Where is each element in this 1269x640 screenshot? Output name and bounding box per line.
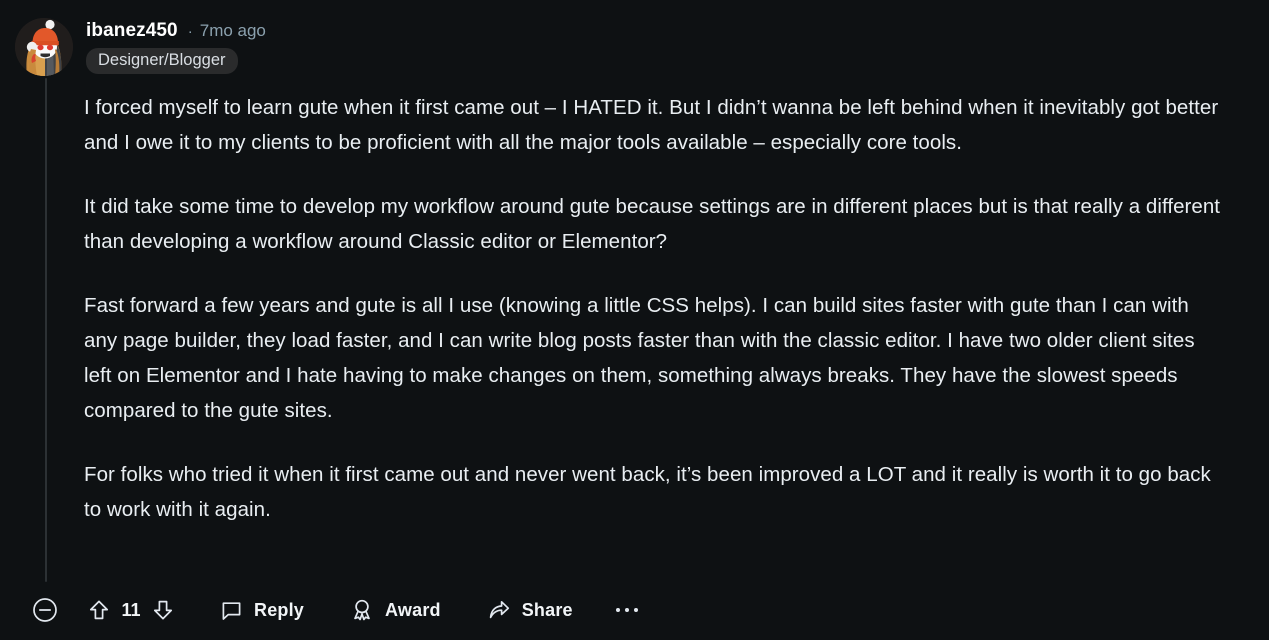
vote-group: 11 [82,590,180,630]
award-medal-icon [354,599,370,621]
comment-paragraph: For folks who tried it when it first cam… [84,463,1211,521]
reddit-snoo-avatar-icon [15,18,73,76]
byline-separator: · [187,22,193,40]
avatar[interactable] [14,16,76,78]
upvote-arrow-icon [89,600,109,620]
share-button[interactable]: Share [475,590,585,630]
comment-body: I forced myself to learn gute when it fi… [84,82,1229,527]
author-flair-badge[interactable]: Designer/Blogger [86,48,238,74]
comment-paragraph: It did take some time to develop my work… [84,195,1221,253]
comment-header: ibanez450 · 7mo ago Designer/Blogger [0,16,1269,82]
comment-paragraph: I forced myself to learn gute when it fi… [84,96,1219,154]
more-options-button[interactable] [607,590,647,630]
collapse-thread-button[interactable] [26,590,64,630]
thread-collapse-line[interactable] [45,78,47,582]
comment-byline: ibanez450 · 7mo ago [86,19,266,43]
comment-container: ibanez450 · 7mo ago Designer/Blogger I f… [0,0,1269,640]
downvote-button[interactable] [146,590,180,630]
share-label: Share [521,599,573,620]
overflow-dots-icon [615,607,638,613]
comment-paragraph: Fast forward a few years and gute is all… [84,294,1195,422]
award-label: Award [385,599,441,620]
comment-author-username[interactable]: ibanez450 [86,20,178,42]
comment-action-bar: 11 Reply Award Share [0,588,647,632]
award-button[interactable]: Award [338,590,453,630]
circle-minus-icon [33,598,57,622]
upvote-button[interactable] [82,590,116,630]
comment-bubble-icon [222,601,241,620]
reddit-snoo-avatar[interactable] [15,18,73,76]
reply-label: Reply [254,599,305,620]
share-arrow-icon [489,600,509,619]
vote-count: 11 [121,599,141,620]
reply-button[interactable]: Reply [208,590,316,630]
comment-header-meta: ibanez450 · 7mo ago Designer/Blogger [86,16,266,74]
comment-timestamp: 7mo ago [199,21,266,40]
downvote-arrow-icon [153,600,173,620]
